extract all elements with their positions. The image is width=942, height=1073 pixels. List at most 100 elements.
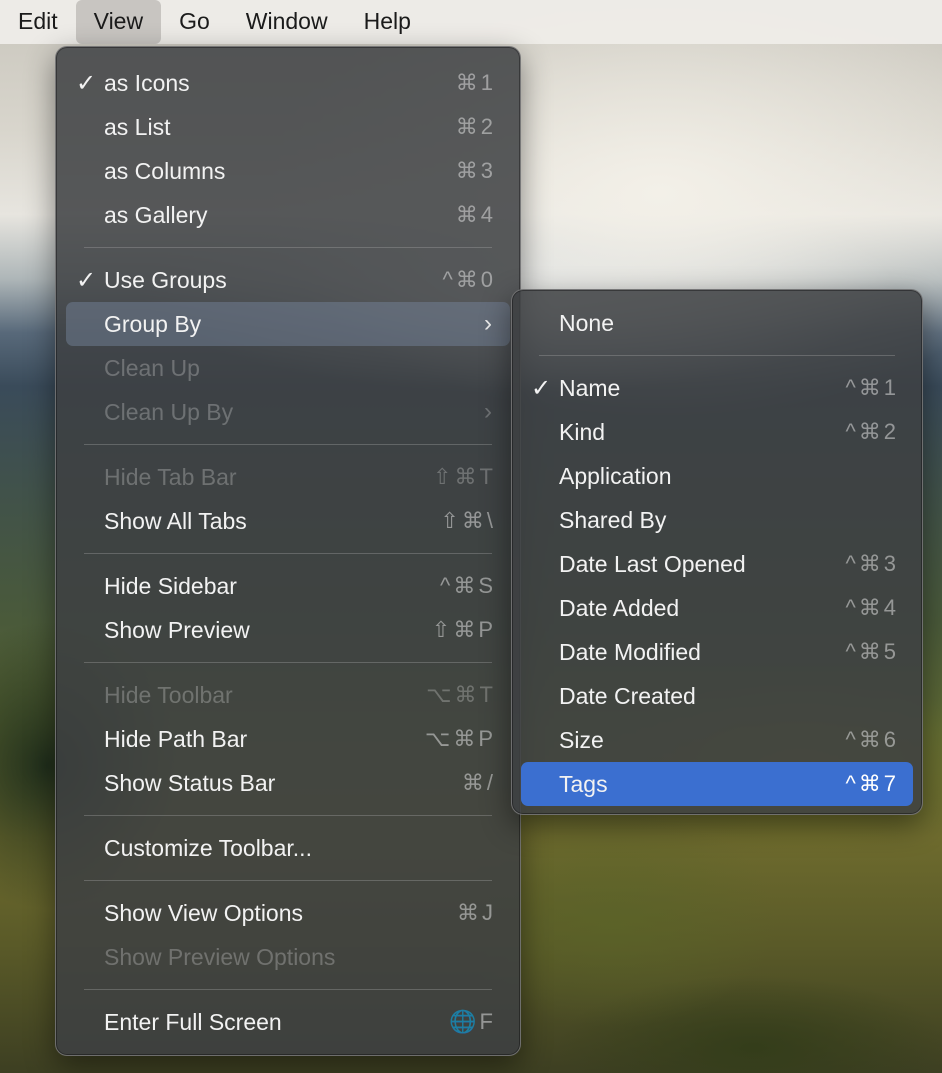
menu-item-show-preview[interactable]: Show Preview ⇧⌘P — [66, 608, 510, 652]
menu-item-shortcut: ⌘1 — [455, 70, 496, 95]
menu-item-show-preview-options[interactable]: Show Preview Options — [66, 935, 510, 979]
menu-item-label: Shared By — [559, 506, 667, 533]
menu-item-as-columns[interactable]: as Columns ⌘3 — [66, 149, 510, 193]
menu-item-shortcut: ⇧⌘T — [433, 464, 496, 489]
menu-item-label: Date Created — [559, 682, 696, 709]
menu-item-shortcut: ^⌘6 — [845, 727, 899, 752]
menu-item-shortcut: ⇧⌘P — [431, 617, 496, 642]
menu-item-hide-sidebar[interactable]: Hide Sidebar ^⌘S — [66, 564, 510, 608]
submenu-item-kind[interactable]: Kind ^⌘2 — [521, 410, 913, 454]
menu-item-shortcut: ^⌘3 — [845, 551, 899, 576]
menu-item-label: Show All Tabs — [104, 507, 247, 534]
menu-separator — [84, 444, 492, 445]
menu-item-label: None — [559, 309, 614, 336]
menu-item-label: Hide Toolbar — [104, 681, 233, 708]
menu-item-shortcut: ^⌘5 — [845, 639, 899, 664]
submenu-item-name[interactable]: ✓ Name ^⌘1 — [521, 366, 913, 410]
checkmark-icon: ✓ — [75, 266, 97, 294]
menu-item-shortcut: ⌘2 — [455, 114, 496, 139]
menu-item-shortcut: ⌘4 — [455, 202, 496, 227]
menu-separator — [84, 553, 492, 554]
menu-item-label: as Gallery — [104, 201, 208, 228]
menu-item-as-icons[interactable]: ✓ as Icons ⌘1 — [66, 61, 510, 105]
menu-item-shortcut: ⌘3 — [455, 158, 496, 183]
menu-item-shortcut: ^⌘0 — [442, 267, 496, 292]
menu-item-shortcut: ^⌘S — [440, 573, 496, 598]
submenu-item-date-added[interactable]: Date Added ^⌘4 — [521, 586, 913, 630]
menu-item-label: Kind — [559, 418, 606, 445]
menu-item-label: Application — [559, 462, 672, 489]
menu-item-shortcut: ⌘J — [457, 900, 496, 925]
menu-item-label: Hide Sidebar — [104, 572, 237, 599]
submenu-arrow-icon: › — [484, 398, 492, 425]
menu-separator — [84, 247, 492, 248]
menu-item-label: Date Last Opened — [559, 550, 746, 577]
submenu-item-none[interactable]: None — [521, 301, 913, 345]
menu-item-shortcut: ^⌘1 — [845, 375, 899, 400]
submenu-item-date-last-opened[interactable]: Date Last Opened ^⌘3 — [521, 542, 913, 586]
menu-item-customize-toolbar[interactable]: Customize Toolbar... — [66, 826, 510, 870]
menu-item-label: Size — [559, 726, 604, 753]
menu-item-label: Date Added — [559, 594, 680, 621]
menu-item-label: Group By — [104, 310, 202, 337]
menu-item-label: Hide Path Bar — [104, 725, 248, 752]
menu-item-label: as Columns — [104, 157, 226, 184]
menu-item-shortcut: ⌥⌘P — [424, 726, 496, 751]
menu-item-hide-toolbar[interactable]: Hide Toolbar ⌥⌘T — [66, 673, 510, 717]
menu-item-label: Hide Tab Bar — [104, 463, 237, 490]
menubar-go[interactable]: Go — [161, 0, 228, 44]
menu-item-label: Enter Full Screen — [104, 1008, 282, 1035]
menu-item-use-groups[interactable]: ✓ Use Groups ^⌘0 — [66, 258, 510, 302]
menu-item-show-all-tabs[interactable]: Show All Tabs ⇧⌘\ — [66, 499, 510, 543]
menu-item-shortcut: ^⌘4 — [845, 595, 899, 620]
menu-item-clean-up-by[interactable]: Clean Up By › — [66, 390, 510, 434]
submenu-arrow-icon: › — [484, 310, 492, 337]
submenu-item-application[interactable]: Application — [521, 454, 913, 498]
menu-item-label: Use Groups — [104, 266, 227, 293]
checkmark-icon: ✓ — [75, 69, 97, 97]
menu-item-label: Clean Up By — [104, 398, 234, 425]
menu-item-label: as List — [104, 113, 171, 140]
submenu-item-date-created[interactable]: Date Created — [521, 674, 913, 718]
group-by-submenu: None ✓ Name ^⌘1 Kind ^⌘2 Application Sha… — [511, 289, 923, 815]
menu-separator — [84, 815, 492, 816]
menu-item-shortcut: ^⌘7 — [845, 771, 899, 796]
menu-item-group-by[interactable]: Group By › — [66, 302, 510, 346]
menubar-edit[interactable]: Edit — [0, 0, 76, 44]
menu-separator — [539, 355, 895, 356]
menu-item-label: Show View Options — [104, 899, 304, 926]
menu-item-show-view-options[interactable]: Show View Options ⌘J — [66, 891, 510, 935]
menu-item-as-gallery[interactable]: as Gallery ⌘4 — [66, 193, 510, 237]
menu-item-hide-path-bar[interactable]: Hide Path Bar ⌥⌘P — [66, 717, 510, 761]
menu-item-shortcut: ⌘/ — [461, 770, 496, 795]
menu-item-shortcut: ⌥⌘T — [426, 682, 496, 707]
menu-item-label: Show Preview — [104, 616, 250, 643]
menu-item-label: Date Modified — [559, 638, 701, 665]
menu-item-shortcut: ⇧⌘\ — [440, 508, 496, 533]
checkmark-icon: ✓ — [530, 374, 552, 402]
menu-separator — [84, 662, 492, 663]
menubar-help[interactable]: Help — [346, 0, 429, 44]
menu-separator — [84, 989, 492, 990]
view-menu: ✓ as Icons ⌘1 as List ⌘2 as Columns ⌘3 a… — [55, 46, 521, 1056]
menubar-view[interactable]: View — [75, 0, 162, 44]
menu-item-label: as Icons — [104, 69, 190, 96]
menu-item-show-status-bar[interactable]: Show Status Bar ⌘/ — [66, 761, 510, 805]
menu-item-label: Name — [559, 374, 621, 401]
menu-item-label: Show Status Bar — [104, 769, 276, 796]
menu-item-clean-up[interactable]: Clean Up — [66, 346, 510, 390]
menu-bar: Edit View Go Window Help — [0, 0, 942, 44]
menu-item-hide-tab-bar[interactable]: Hide Tab Bar ⇧⌘T — [66, 455, 510, 499]
menu-item-label: Clean Up — [104, 354, 200, 381]
menu-separator — [84, 880, 492, 881]
submenu-item-size[interactable]: Size ^⌘6 — [521, 718, 913, 762]
menu-item-label: Show Preview Options — [104, 943, 336, 970]
menubar-window[interactable]: Window — [228, 0, 346, 44]
submenu-item-shared-by[interactable]: Shared By — [521, 498, 913, 542]
menu-item-label: Customize Toolbar... — [104, 834, 312, 861]
menu-item-label: Tags — [559, 770, 608, 797]
submenu-item-tags[interactable]: Tags ^⌘7 — [521, 762, 913, 806]
menu-item-as-list[interactable]: as List ⌘2 — [66, 105, 510, 149]
submenu-item-date-modified[interactable]: Date Modified ^⌘5 — [521, 630, 913, 674]
menu-item-enter-full-screen[interactable]: Enter Full Screen 🌐F — [66, 1000, 510, 1044]
